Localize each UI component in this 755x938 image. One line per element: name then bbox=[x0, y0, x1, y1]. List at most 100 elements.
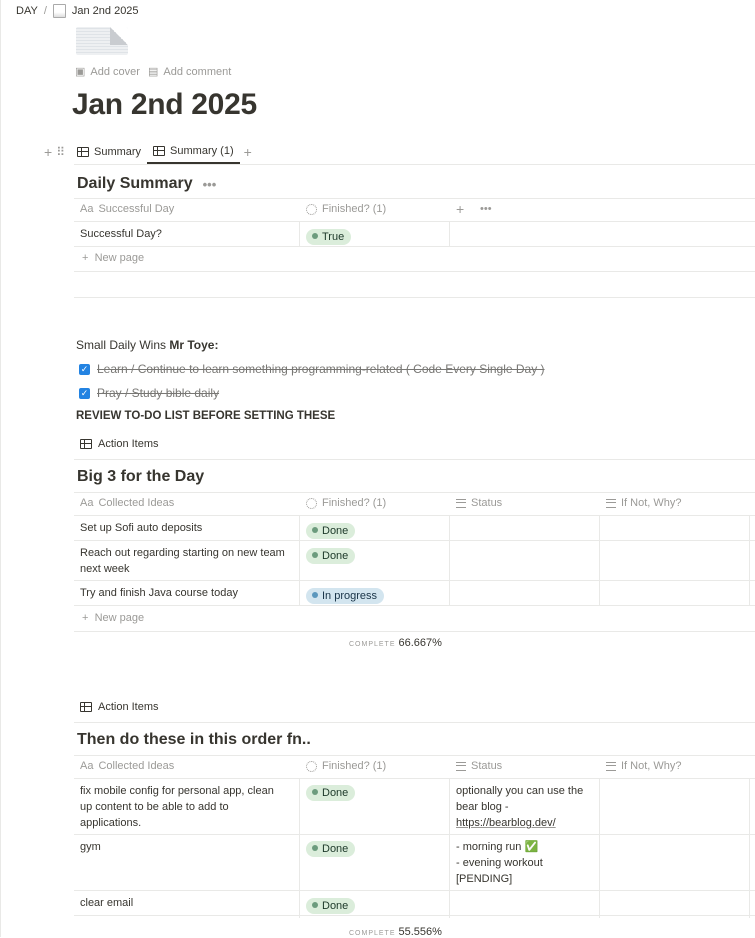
column-header-status[interactable]: Status bbox=[456, 497, 502, 509]
add-cover-button[interactable]: ▣ Add cover bbox=[75, 65, 140, 79]
finished-cell[interactable]: Done bbox=[306, 546, 356, 564]
bearblog-link[interactable]: https://bearblog.dev/ bbox=[456, 815, 583, 831]
table-row-title[interactable]: clear email bbox=[80, 895, 133, 911]
column-divider bbox=[449, 778, 450, 918]
divider bbox=[74, 246, 755, 247]
drag-handle-icon[interactable]: ⠿ bbox=[56, 145, 65, 159]
tab-summary-1[interactable]: Summary (1) bbox=[147, 140, 240, 164]
status-badge: True bbox=[306, 229, 352, 245]
calculation-complete[interactable]: COMPLETE 55.556% bbox=[349, 926, 442, 938]
text-lines-icon bbox=[456, 498, 466, 508]
column-divider bbox=[299, 515, 300, 605]
text-lines-icon bbox=[606, 761, 616, 771]
checkbox-checked[interactable]: ✓ bbox=[79, 387, 90, 399]
column-divider bbox=[449, 221, 450, 246]
view-tab-action-items[interactable]: Action Items bbox=[80, 701, 159, 713]
divider bbox=[74, 778, 755, 779]
column-divider bbox=[599, 515, 600, 605]
breadcrumb-separator: / bbox=[43, 5, 47, 17]
row-title[interactable]: Successful Day? bbox=[80, 226, 162, 242]
finished-cell[interactable]: Done bbox=[306, 839, 356, 857]
divider bbox=[74, 890, 755, 891]
page-icon-image[interactable] bbox=[76, 27, 128, 55]
database-title[interactable]: Then do these in this order fn.. bbox=[77, 731, 311, 749]
status-type-icon bbox=[306, 497, 317, 509]
divider bbox=[74, 834, 755, 835]
column-header-status[interactable]: Status bbox=[456, 760, 502, 772]
divider bbox=[74, 915, 755, 916]
column-header-finished[interactable]: Finished? (1) bbox=[306, 497, 386, 509]
calculation-complete[interactable]: COMPLETE 66.667% bbox=[349, 637, 442, 649]
table-icon bbox=[76, 147, 89, 157]
breadcrumb-page[interactable]: Jan 2nd 2025 bbox=[72, 5, 139, 17]
column-divider bbox=[749, 778, 750, 918]
column-header-if-not-why[interactable]: If Not, Why? bbox=[606, 760, 682, 772]
column-divider bbox=[449, 515, 450, 605]
status-badge: Done bbox=[306, 523, 356, 539]
review-note[interactable]: REVIEW TO-DO LIST BEFORE SETTING THESE bbox=[76, 410, 335, 422]
column-header-ideas[interactable]: Aa Collected Ideas bbox=[80, 760, 174, 772]
breadcrumb-root[interactable]: DAY bbox=[16, 5, 38, 17]
divider bbox=[74, 271, 755, 272]
tab-summary[interactable]: Summary bbox=[71, 141, 147, 163]
column-header-finished[interactable]: Finished? (1) bbox=[306, 760, 386, 772]
add-view-icon[interactable]: + bbox=[244, 144, 252, 160]
text-lines-icon bbox=[606, 498, 616, 508]
add-comment-label: Add comment bbox=[163, 65, 232, 78]
status-cell[interactable]: optionally you can use the bear blog - ht… bbox=[456, 783, 583, 831]
finished-cell[interactable]: In progress bbox=[306, 586, 385, 604]
database-title[interactable]: Big 3 for the Day bbox=[77, 468, 204, 486]
add-property-icon[interactable]: + bbox=[456, 201, 464, 217]
column-header-ideas[interactable]: Aa Collected Ideas bbox=[80, 497, 174, 509]
column-header-title[interactable]: Aa Successful Day bbox=[80, 203, 174, 215]
finished-cell[interactable]: Done bbox=[306, 521, 356, 539]
column-label: Finished? (1) bbox=[322, 203, 387, 215]
add-block-icon[interactable]: + bbox=[44, 144, 52, 160]
view-tab-action-items[interactable]: Action Items bbox=[80, 438, 159, 450]
status-type-icon bbox=[306, 203, 317, 215]
tab-label: Summary bbox=[93, 146, 142, 158]
new-page-button[interactable]: + New page bbox=[82, 252, 144, 264]
todo-item[interactable]: ✓ Pray / Study bible daily bbox=[79, 386, 219, 400]
status-type-icon bbox=[306, 760, 317, 772]
table-row-title[interactable]: Set up Sofi auto deposits bbox=[80, 520, 202, 536]
view-tabs: + ⠿ Summary Summary (1) + bbox=[44, 140, 252, 164]
table-icon bbox=[80, 439, 92, 449]
status-badge: Done bbox=[306, 841, 356, 857]
checkbox-checked[interactable]: ✓ bbox=[79, 363, 90, 375]
status-badge: Done bbox=[306, 898, 356, 914]
table-row-title[interactable]: Try and finish Java course today bbox=[80, 585, 238, 601]
table-row-title[interactable]: gym bbox=[80, 839, 101, 855]
column-divider bbox=[299, 221, 300, 246]
finished-cell[interactable]: True bbox=[306, 227, 352, 245]
wins-heading[interactable]: Small Daily Wins Mr Toye: bbox=[76, 338, 218, 352]
column-header-finished[interactable]: Finished? (1) bbox=[306, 203, 386, 215]
comment-icon: ▤ bbox=[148, 66, 159, 78]
column-header-if-not-why[interactable]: If Not, Why? bbox=[606, 497, 682, 509]
finished-cell[interactable]: Done bbox=[306, 783, 356, 801]
column-label: Successful Day bbox=[98, 203, 175, 215]
status-badge: Done bbox=[306, 785, 356, 801]
image-icon: ▣ bbox=[75, 66, 86, 78]
add-comment-button[interactable]: ▤ Add comment bbox=[148, 65, 232, 79]
todo-text: Learn / Continue to learn something prog… bbox=[97, 362, 545, 376]
todo-item[interactable]: ✓ Learn / Continue to learn something pr… bbox=[79, 362, 545, 376]
column-divider bbox=[749, 515, 750, 605]
more-icon[interactable]: ••• bbox=[203, 177, 217, 192]
tab-label: Summary (1) bbox=[170, 145, 234, 157]
new-page-button[interactable]: + New page bbox=[82, 612, 144, 624]
divider bbox=[74, 297, 755, 298]
table-row-title[interactable]: Reach out regarding starting on new team… bbox=[80, 545, 285, 577]
plus-icon: + bbox=[82, 252, 89, 264]
database-title[interactable]: Daily Summary bbox=[77, 175, 193, 193]
page-title[interactable]: Jan 2nd 2025 bbox=[72, 88, 257, 122]
status-badge: Done bbox=[306, 548, 356, 564]
page-icon bbox=[52, 4, 66, 18]
divider bbox=[74, 198, 755, 199]
table-row-title[interactable]: fix mobile config for personal app, clea… bbox=[80, 783, 274, 831]
status-cell[interactable]: - morning run ✅ - evening workout [PENDING… bbox=[456, 839, 543, 887]
text-type-icon: Aa bbox=[80, 497, 94, 509]
finished-cell[interactable]: Done bbox=[306, 896, 356, 914]
text-type-icon: Aa bbox=[80, 203, 94, 215]
more-icon[interactable]: ••• bbox=[480, 203, 492, 215]
